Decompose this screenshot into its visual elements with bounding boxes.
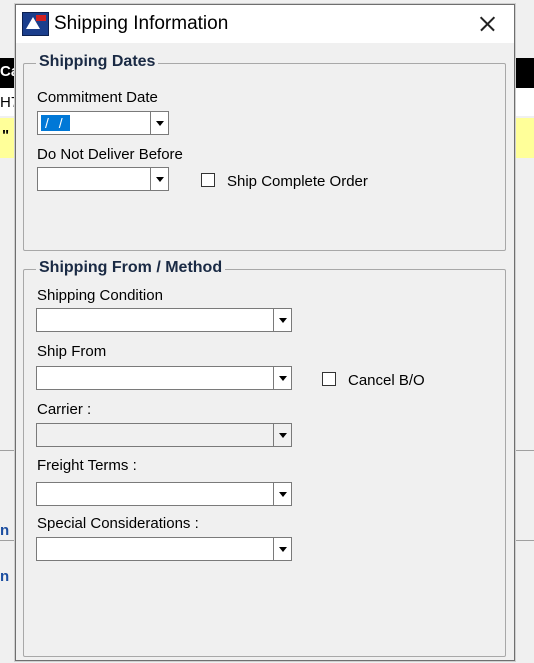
chevron-down-icon[interactable] xyxy=(150,112,168,134)
cancel-bo-label[interactable]: Cancel B/O xyxy=(348,372,425,389)
shipping-condition-select[interactable] xyxy=(36,308,292,332)
commitment-date-label: Commitment Date xyxy=(37,89,158,106)
freight-terms-select[interactable] xyxy=(36,482,292,506)
chevron-down-icon[interactable] xyxy=(150,168,168,190)
freight-terms-label: Freight Terms : xyxy=(37,457,137,474)
do-not-deliver-label: Do Not Deliver Before xyxy=(37,146,183,163)
chevron-down-icon[interactable] xyxy=(273,367,291,389)
commitment-date-picker[interactable]: / / xyxy=(37,111,169,135)
chevron-down-icon[interactable] xyxy=(273,424,291,446)
chevron-down-icon[interactable] xyxy=(273,538,291,560)
chevron-down-icon[interactable] xyxy=(273,309,291,331)
carrier-label: Carrier : xyxy=(37,401,92,418)
ship-complete-label[interactable]: Ship Complete Order xyxy=(227,173,368,190)
dialog-titlebar[interactable]: Shipping Information xyxy=(16,5,514,43)
carrier-select[interactable] xyxy=(36,423,292,447)
shipping-information-dialog: Shipping Information Shipping Dates Comm… xyxy=(15,4,515,661)
chevron-down-icon[interactable] xyxy=(273,483,291,505)
close-icon[interactable] xyxy=(470,9,504,39)
special-considerations-select[interactable] xyxy=(36,537,292,561)
background-text: n xyxy=(0,522,10,539)
ship-from-label: Ship From xyxy=(37,343,107,360)
ship-complete-checkbox[interactable] xyxy=(201,173,215,187)
shipping-condition-label: Shipping Condition xyxy=(37,287,163,304)
cancel-bo-checkbox[interactable] xyxy=(322,372,336,386)
dialog-title: Shipping Information xyxy=(54,13,229,34)
group-legend: Shipping Dates xyxy=(36,53,159,71)
background-text: " xyxy=(2,127,10,144)
commitment-date-value[interactable]: / / xyxy=(41,115,70,131)
group-legend: Shipping From / Method xyxy=(36,259,226,277)
ship-from-select[interactable] xyxy=(36,366,292,390)
pro-app-icon xyxy=(22,12,49,36)
do-not-deliver-picker[interactable] xyxy=(37,167,169,191)
special-considerations-label: Special Considerations : xyxy=(37,515,199,532)
